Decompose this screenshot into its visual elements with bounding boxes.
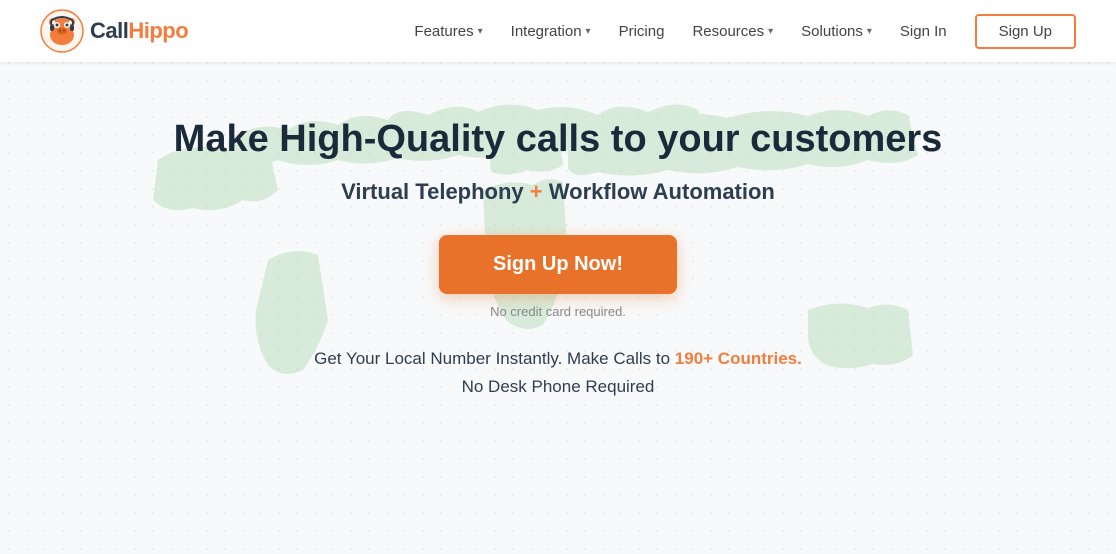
nav-item-signup[interactable]: Sign Up bbox=[975, 14, 1076, 49]
navbar: CallHippo Features ▾ Integration ▾ Prici… bbox=[0, 0, 1116, 62]
chevron-down-icon: ▾ bbox=[478, 26, 483, 37]
hero-title: Make High-Quality calls to your customer… bbox=[174, 117, 943, 163]
hero-description: Get Your Local Number Instantly. Make Ca… bbox=[314, 345, 802, 401]
hero-subtitle: Virtual Telephony + Workflow Automation bbox=[341, 179, 775, 205]
nav-item-signin[interactable]: Sign In bbox=[900, 23, 947, 40]
logo-icon bbox=[40, 9, 84, 53]
signup-now-button[interactable]: Sign Up Now! bbox=[439, 235, 677, 294]
hero-section: Make High-Quality calls to your customer… bbox=[0, 62, 1116, 401]
no-credit-text: No credit card required. bbox=[490, 304, 626, 319]
nav-item-solutions[interactable]: Solutions ▾ bbox=[801, 23, 872, 40]
nav-item-resources[interactable]: Resources ▾ bbox=[692, 23, 773, 40]
nav-item-integration[interactable]: Integration ▾ bbox=[511, 23, 591, 40]
nav-signup-button[interactable]: Sign Up bbox=[975, 14, 1076, 49]
nav-links: Features ▾ Integration ▾ Pricing Resourc… bbox=[414, 14, 1076, 49]
nav-link-pricing[interactable]: Pricing bbox=[619, 23, 665, 40]
chevron-down-icon: ▾ bbox=[586, 26, 591, 37]
logo-text: CallHippo bbox=[90, 18, 188, 44]
logo[interactable]: CallHippo bbox=[40, 9, 188, 53]
nav-item-features[interactable]: Features ▾ bbox=[414, 23, 482, 40]
nav-link-integration[interactable]: Integration ▾ bbox=[511, 23, 591, 40]
nav-link-solutions[interactable]: Solutions ▾ bbox=[801, 23, 872, 40]
nav-item-pricing[interactable]: Pricing bbox=[619, 23, 665, 40]
nav-link-signin[interactable]: Sign In bbox=[900, 23, 947, 40]
chevron-down-icon: ▾ bbox=[768, 26, 773, 37]
nav-link-resources[interactable]: Resources ▾ bbox=[692, 23, 773, 40]
chevron-down-icon: ▾ bbox=[867, 26, 872, 37]
nav-link-features[interactable]: Features ▾ bbox=[414, 23, 482, 40]
